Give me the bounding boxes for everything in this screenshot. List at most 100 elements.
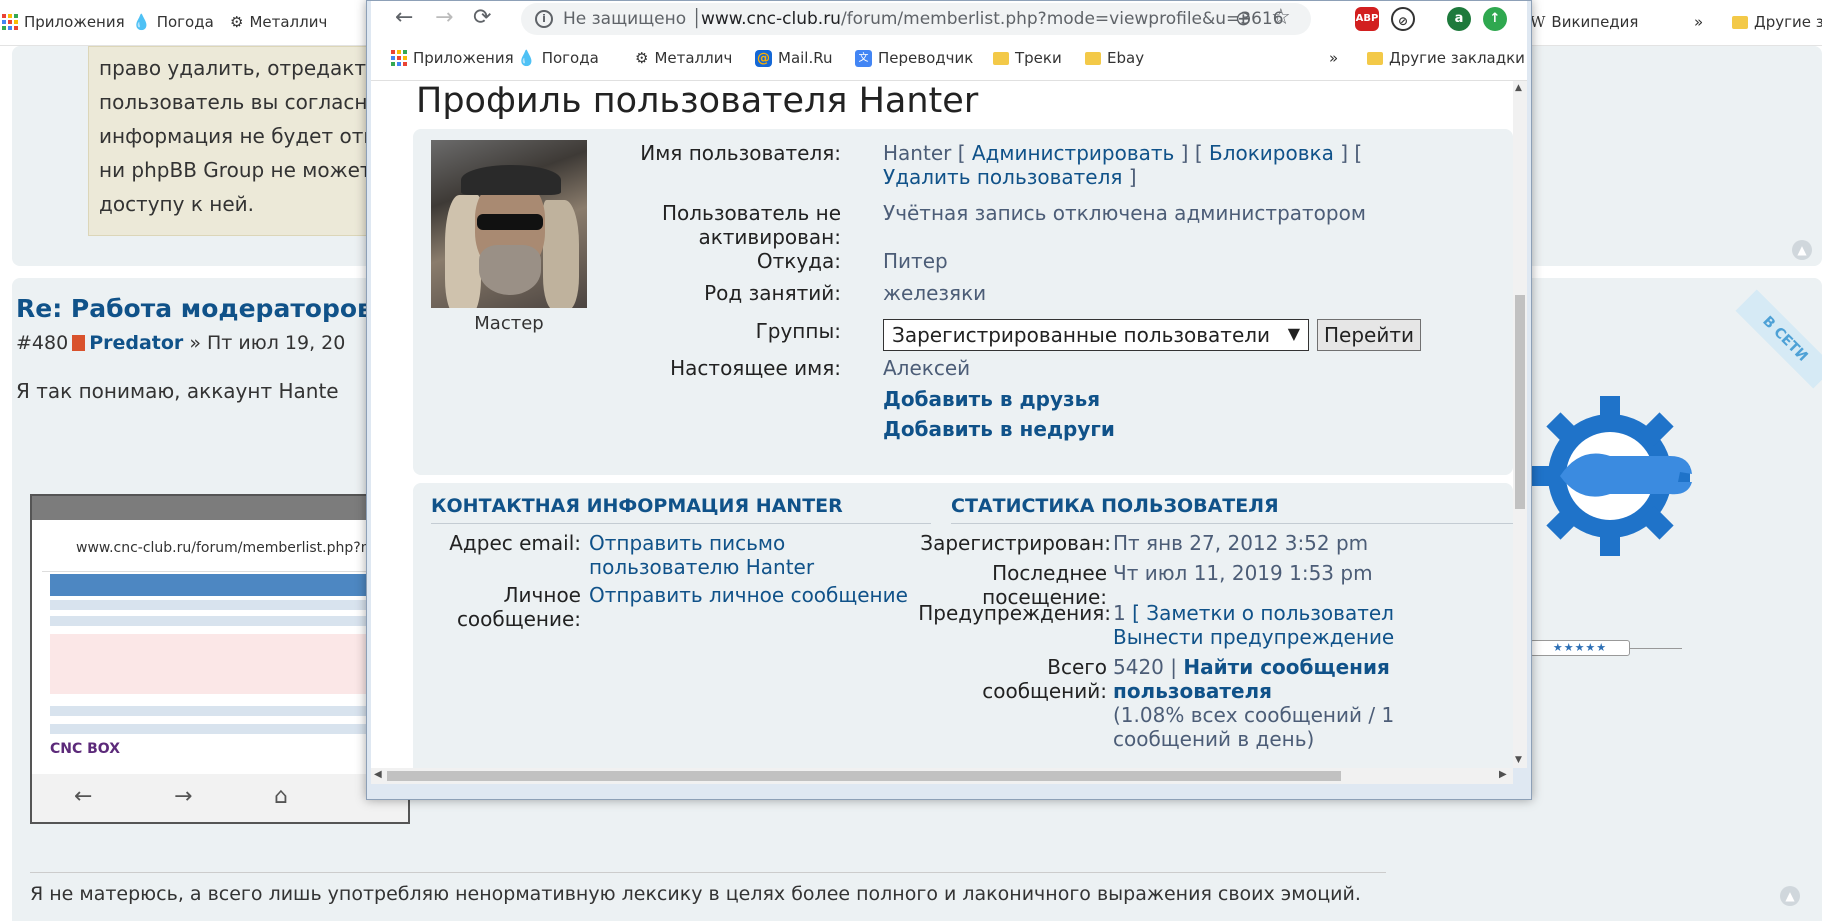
dropdown-arrow-icon: ▼: [1287, 324, 1300, 343]
gear-icon: ⚙: [635, 49, 649, 67]
bg-bookmark-other[interactable]: Другие з: [1732, 13, 1822, 31]
screenshot-line: [50, 706, 408, 716]
forward-icon[interactable]: →: [435, 5, 453, 30]
bookmark-mail-label: Mail.Ru: [778, 49, 833, 67]
water-drop-icon: 💧: [132, 13, 151, 31]
post-embedded-screenshot[interactable]: www.cnc-club.ru/forum/memberlist.php?mod…: [30, 494, 410, 824]
inactive-label: Пользователь не активирован:: [661, 201, 841, 249]
last-visit-value: Чт июл 11, 2019 1:53 pm: [1113, 561, 1373, 585]
bg-bookmark-metal-label: Металлич: [249, 13, 328, 31]
registered-label: Зарегистрирован:: [920, 531, 1111, 555]
bookmark-metal-label: Металлич: [654, 49, 733, 67]
scroll-down-icon[interactable]: ▼: [1515, 755, 1522, 765]
home-icon: ⌂: [274, 784, 288, 809]
pm-label: Личное сообщение:: [456, 583, 581, 631]
bookmark-star-icon[interactable]: ☆: [1271, 5, 1291, 30]
url-text[interactable]: www.cnc-club.ru/forum/memberlist.php?mod…: [701, 9, 1284, 29]
user-notes-link[interactable]: [ Заметки о пользовател: [1132, 601, 1394, 625]
translate-icon: 文: [855, 49, 872, 67]
extension-icon[interactable]: ⊘: [1391, 7, 1415, 31]
arrow-left-icon: ←: [74, 784, 93, 809]
issue-warning-link[interactable]: Вынести предупреждение: [1113, 625, 1394, 649]
bookmark-apps[interactable]: Приложения: [391, 49, 514, 67]
post-author-link[interactable]: Predator: [89, 332, 183, 354]
address-bar[interactable]: i Не защищено │ www.cnc-club.ru/forum/me…: [521, 3, 1311, 35]
groups-label: Группы:: [755, 319, 841, 343]
bg-bookmark-weather-label: Погода: [156, 13, 214, 31]
bg-bookmark-other-label: Другие з: [1754, 13, 1822, 31]
apps-icon: [2, 14, 18, 30]
info-icon[interactable]: i: [535, 10, 553, 28]
notice-line: пользователь вы согласны: [99, 90, 384, 114]
username: Hanter: [883, 141, 952, 165]
occupation-value: железяки: [883, 281, 987, 305]
screenshot-nav: ← → ⌂: [32, 774, 408, 822]
update-arrow-icon[interactable]: ↑: [1483, 7, 1507, 31]
user-avatar-icon[interactable]: a: [1447, 7, 1471, 31]
add-foe-link[interactable]: Добавить в недруги: [883, 417, 1115, 441]
bookmark-ebay[interactable]: Ebay: [1085, 49, 1144, 67]
post-number[interactable]: #480: [16, 332, 68, 354]
bg-bookmark-wikipedia[interactable]: W Википедия: [1530, 13, 1638, 31]
folder-icon: [993, 51, 1009, 65]
vertical-scroll-thumb[interactable]: [1515, 295, 1525, 509]
bookmark-translate-label: Переводчик: [878, 49, 974, 67]
ban-link[interactable]: Блокировка: [1209, 141, 1334, 165]
groups-select[interactable]: Зарегистрированные пользователи ▼: [883, 319, 1309, 351]
horizontal-scrollbar[interactable]: ◀ ▶: [371, 768, 1513, 784]
post-meta: #480 Predator » Пт июл 19, 20: [16, 332, 345, 354]
bg-bookmark-weather[interactable]: 💧 Погода: [132, 13, 214, 31]
delete-link[interactable]: Удалить пользователя: [883, 165, 1122, 189]
groups-selected-value: Зарегистрированные пользователи: [892, 323, 1271, 347]
bookmark-tracks-label: Треки: [1015, 49, 1062, 67]
go-button[interactable]: Перейти: [1317, 319, 1421, 351]
adblock-plus-icon[interactable]: ABP: [1355, 7, 1379, 31]
scroll-left-icon[interactable]: ◀: [374, 769, 382, 780]
screenshot-logo: CNC BOX: [50, 741, 121, 757]
occupation-label: Род занятий:: [704, 281, 841, 305]
vertical-scrollbar[interactable]: ▲ ▼: [1513, 81, 1527, 768]
screenshot-line: [50, 600, 408, 610]
post-title-link[interactable]: Re: Работа модераторов.: [16, 294, 382, 323]
bookmark-apps-label: Приложения: [413, 49, 514, 67]
post-file-icon[interactable]: [72, 335, 86, 351]
horizontal-scroll-thumb[interactable]: [387, 771, 1341, 781]
email-label: Адрес email:: [449, 531, 581, 555]
bg-bookmarks-more-label: »: [1694, 13, 1704, 31]
bookmark-mail[interactable]: @ Mail.Ru: [755, 49, 833, 67]
location-value: Питер: [883, 249, 948, 273]
stats-heading: СТАТИСТИКА ПОЛЬЗОВАТЕЛЯ: [951, 495, 1279, 517]
rank-stars-bar: ★★★★★: [1530, 640, 1630, 656]
bg-bookmark-metal[interactable]: ⚙ Металлич: [230, 13, 327, 31]
screenshot-line: [50, 724, 408, 734]
contact-heading-divider: [431, 523, 931, 524]
scroll-right-icon[interactable]: ▶: [1499, 769, 1507, 780]
bookmark-translate[interactable]: 文 Переводчик: [855, 49, 973, 67]
back-to-top-icon[interactable]: ▲: [1792, 240, 1812, 260]
reload-icon[interactable]: ⟳: [473, 5, 491, 30]
bookmarks-more[interactable]: »: [1329, 49, 1338, 67]
stats-heading-divider: [951, 523, 1513, 524]
warnings-value: 1 [ Заметки о пользовател Вынести предуп…: [1113, 601, 1394, 649]
bg-bookmarks-more[interactable]: »: [1694, 13, 1703, 31]
bg-bookmark-apps[interactable]: Приложения: [2, 13, 125, 31]
add-friend-link[interactable]: Добавить в друзья: [883, 387, 1100, 411]
bookmark-weather[interactable]: 💧 Погода: [517, 49, 599, 67]
screenshot-line: [50, 616, 408, 626]
warnings-count: 1: [1113, 601, 1126, 625]
zoom-icon[interactable]: ⊕: [1235, 6, 1252, 30]
bookmark-metal[interactable]: ⚙ Металлич: [635, 49, 732, 67]
back-icon[interactable]: ←: [395, 5, 413, 30]
bookmark-tracks[interactable]: Треки: [993, 49, 1062, 67]
admin-link[interactable]: Администрировать: [972, 141, 1174, 165]
username-label: Имя пользователя:: [640, 141, 841, 165]
bookmark-weather-label: Погода: [541, 49, 599, 67]
water-drop-icon: 💧: [517, 49, 536, 67]
notice-line: информация не будет отк: [99, 124, 376, 148]
posts-percentage: (1.08% всех сообщений / 1: [1113, 703, 1395, 727]
scroll-up-icon[interactable]: ▲: [1515, 83, 1522, 93]
back-to-top-icon[interactable]: ▲: [1780, 886, 1800, 906]
bookmark-other[interactable]: Другие закладки: [1367, 49, 1525, 67]
security-label: Не защищено │: [563, 9, 702, 29]
notice-line: ни phpBB Group не может: [99, 158, 372, 182]
